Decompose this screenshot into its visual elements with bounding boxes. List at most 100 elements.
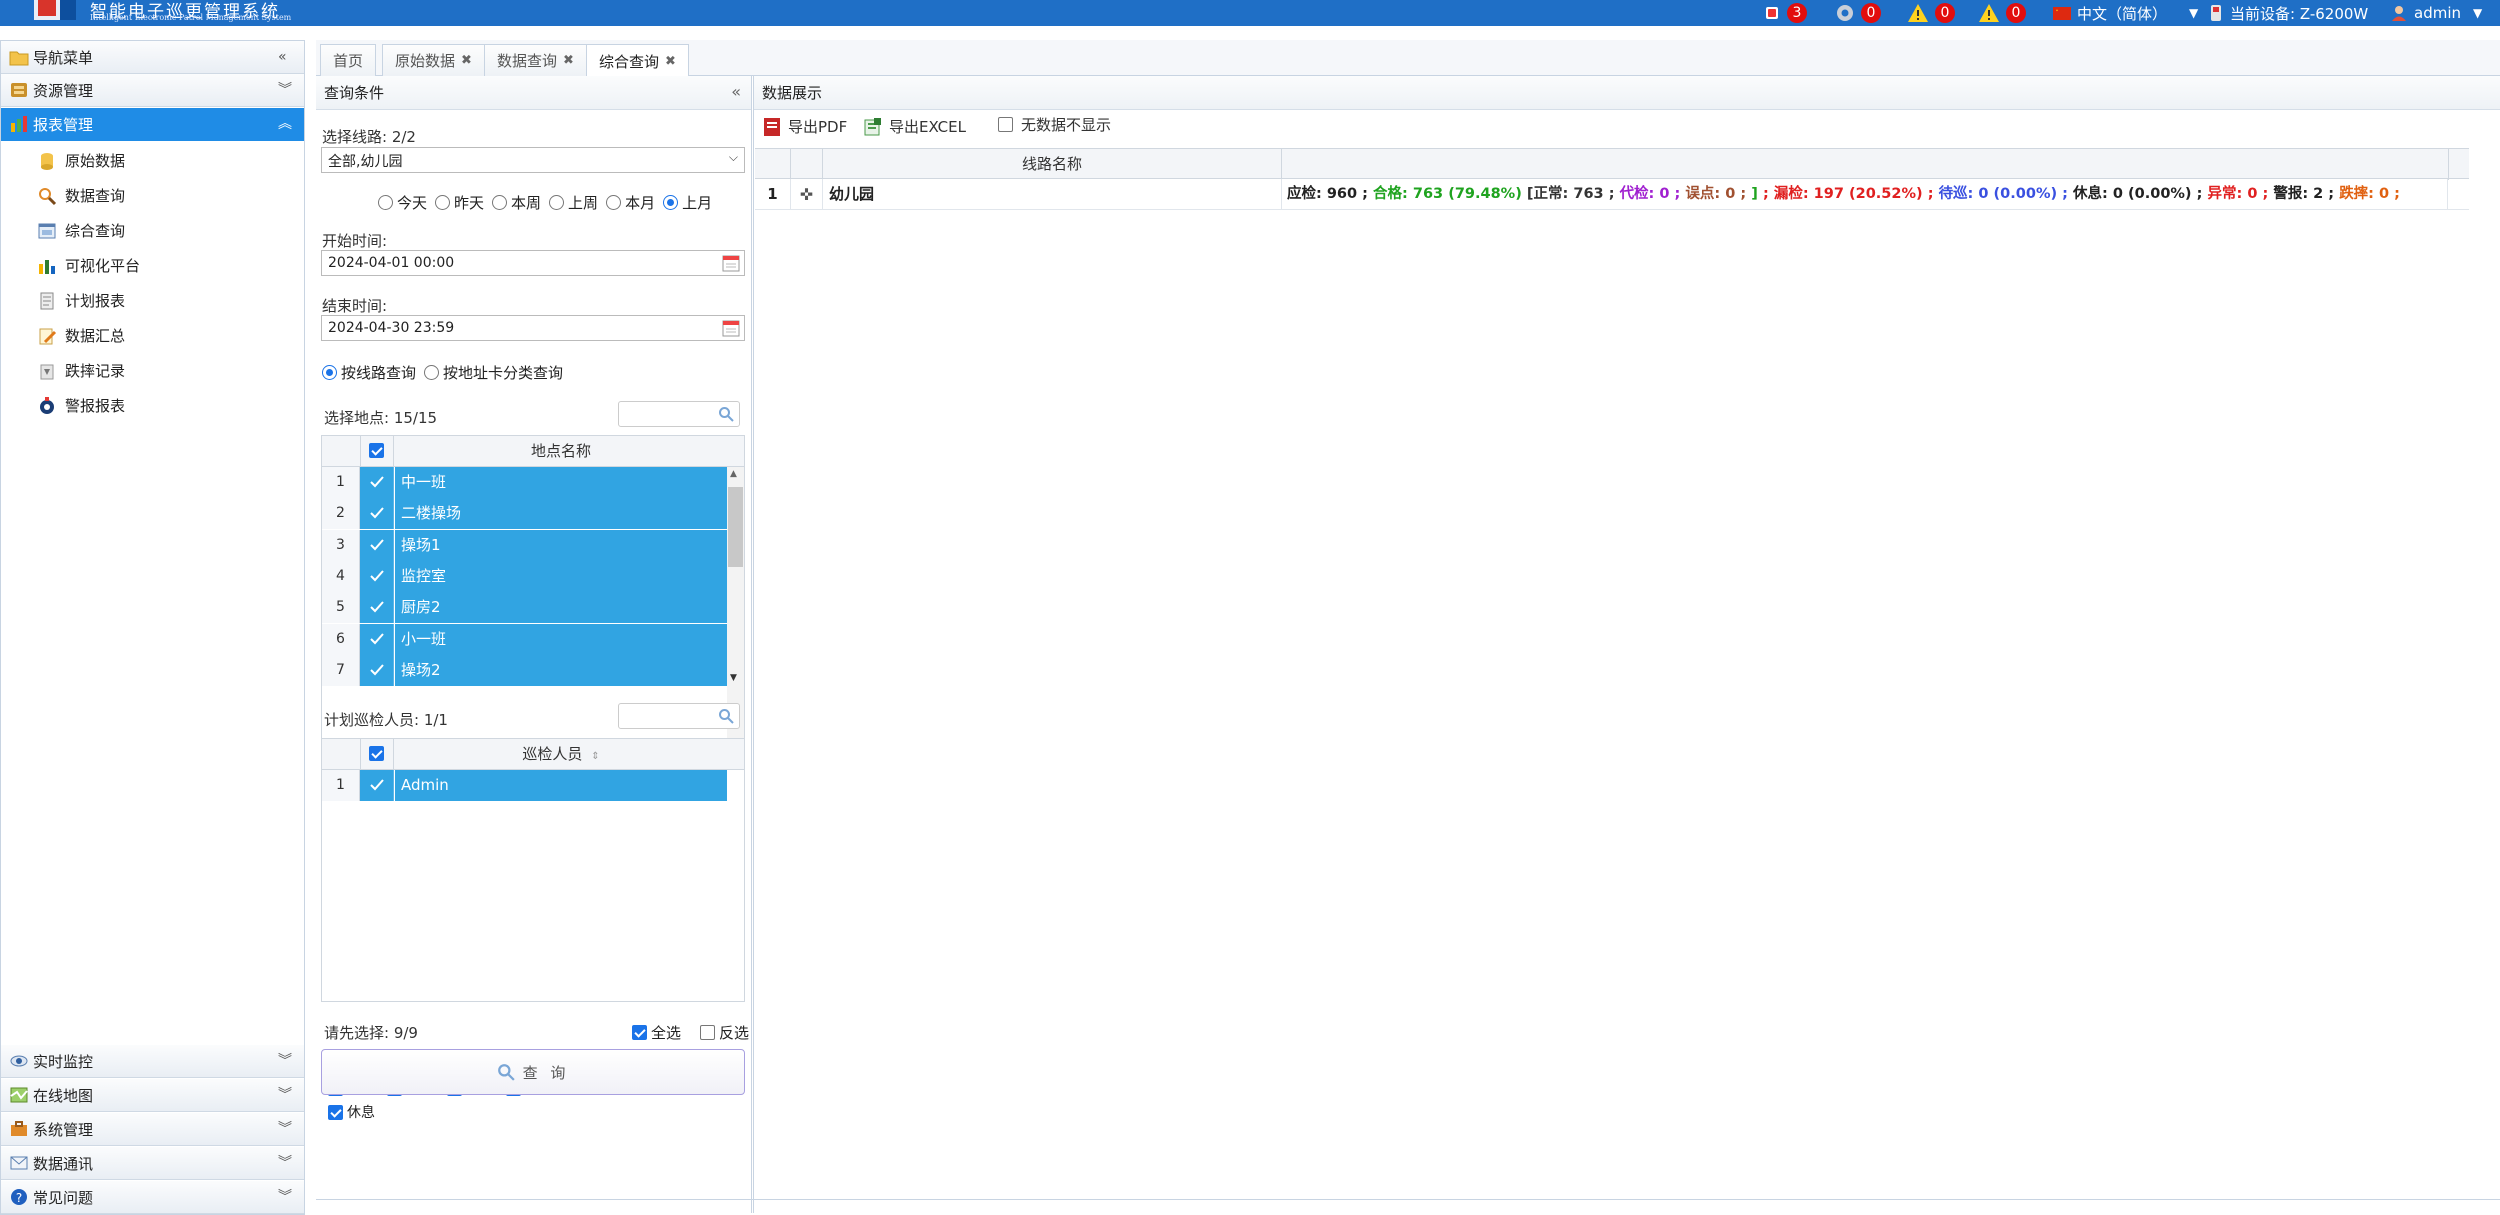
range-radio-last-week[interactable] xyxy=(549,195,565,210)
sidebar-group-communication[interactable]: 数据通讯 ︾ xyxy=(1,1147,304,1180)
export-pdf-button[interactable]: 导出PDF xyxy=(762,116,847,137)
close-icon[interactable]: ✖ xyxy=(563,53,574,68)
magnifier-icon xyxy=(39,187,57,205)
row-checkbox[interactable] xyxy=(360,592,394,624)
mode-radio-route[interactable] xyxy=(322,365,337,380)
folder-icon xyxy=(9,51,29,66)
range-radio-this-week[interactable] xyxy=(492,195,508,210)
range-radio-yesterday[interactable] xyxy=(435,195,451,210)
invert-status[interactable]: 反选 xyxy=(692,1022,749,1043)
sidebar-group-realtime[interactable]: 实时监控 ︾ xyxy=(1,1045,304,1078)
row-checkbox[interactable] xyxy=(360,654,394,686)
status-checkbox[interactable] xyxy=(328,1104,343,1120)
range-label: 今天 xyxy=(397,194,428,212)
expand-icon[interactable]: ✜ xyxy=(791,179,823,210)
sidebar-group-faq[interactable]: ? 常见问题 ︾ xyxy=(1,1181,304,1214)
tab-raw-data[interactable]: 原始数据 ✖ xyxy=(382,44,485,76)
scroll-up-icon[interactable]: ▲ xyxy=(730,469,737,479)
scrollbar-thumb[interactable] xyxy=(728,487,743,567)
row-checkbox[interactable] xyxy=(360,560,394,592)
sidebar-item-label: 可视化平台 xyxy=(65,257,141,275)
patrol-search-input[interactable] xyxy=(618,703,740,729)
settings-indicator[interactable]: 0 xyxy=(1835,2,1881,24)
export-excel-button[interactable]: 导出EXCEL xyxy=(863,116,966,137)
sidebar-item-plan-report[interactable]: 计划报表 xyxy=(37,283,125,318)
sidebar-group-label: 实时监控 xyxy=(33,1052,94,1071)
tab-comprehensive-query[interactable]: 综合查询 ✖ xyxy=(586,44,689,77)
row-checkbox[interactable] xyxy=(360,467,394,498)
collapse-panel-icon[interactable]: « xyxy=(731,82,741,101)
close-icon[interactable]: ✖ xyxy=(665,54,676,69)
point-row[interactable]: 4 监控室 xyxy=(322,560,727,592)
sidebar-item-alarm-report[interactable]: 警报报表 xyxy=(37,388,125,423)
check-icon xyxy=(370,601,384,613)
row-number: 4 xyxy=(322,560,360,592)
user-menu[interactable]: admin ▼ xyxy=(2390,2,2482,24)
alarm-indicator[interactable]: 3 xyxy=(1763,2,1807,24)
sidebar-group-system[interactable]: 系统管理 ︾ xyxy=(1,1113,304,1146)
language-select[interactable]: 中文（简体） ▼ xyxy=(2053,2,2198,24)
row-checkbox[interactable] xyxy=(360,623,394,655)
sidebar-group-resource[interactable]: 资源管理 ︾ xyxy=(1,74,304,107)
mode-label: 按线路查询 xyxy=(341,364,417,382)
tab-data-query[interactable]: 数据查询 ✖ xyxy=(484,44,587,76)
sidebar-item-raw-data[interactable]: 原始数据 xyxy=(37,143,125,178)
sidebar-item-fall-record[interactable]: 跌摔记录 xyxy=(37,353,125,388)
points-search-input[interactable] xyxy=(618,401,740,427)
warning-indicator-1[interactable]: 0 xyxy=(1907,2,1955,24)
warning-indicator-2[interactable]: 0 xyxy=(1978,2,2026,24)
range-radio-last-month[interactable] xyxy=(663,195,679,210)
row-checkbox[interactable] xyxy=(360,529,394,561)
tab-home[interactable]: 首页 xyxy=(320,44,377,76)
hide-empty-checkbox[interactable] xyxy=(998,117,1013,132)
check-icon xyxy=(370,507,384,519)
sidebar-group-report[interactable]: 报表管理 ︽ xyxy=(1,108,304,141)
chevron-down-icon: ︾ xyxy=(278,1189,292,1205)
calendar-icon[interactable] xyxy=(722,254,740,272)
table-row[interactable]: 1 ✜ 幼儿园 应检: 960 ; 合格: 763 (79.48%) [正常: … xyxy=(755,179,2469,210)
calendar-icon[interactable] xyxy=(722,319,740,337)
sidebar-group-map[interactable]: 在线地图 ︾ xyxy=(1,1079,304,1112)
sidebar-item-visual-platform[interactable]: 可视化平台 xyxy=(37,248,140,283)
start-time-input[interactable]: 2024-04-01 00:00 xyxy=(321,250,745,276)
user-icon xyxy=(2392,6,2406,21)
point-row[interactable]: 7 操场2 xyxy=(322,654,727,686)
invert-checkbox[interactable] xyxy=(700,1025,715,1040)
app-subtitle: Intelligent Electronic Patrol Management… xyxy=(90,13,292,22)
range-radio-today[interactable] xyxy=(378,195,393,210)
patrol-select-all-checkbox[interactable] xyxy=(369,746,384,761)
mode-radio-address[interactable] xyxy=(424,365,440,380)
end-time-input[interactable]: 2024-04-30 23:59 xyxy=(321,315,745,341)
query-button[interactable]: 查 询 xyxy=(321,1049,745,1095)
range-label: 本周 xyxy=(511,194,542,212)
tab-label: 综合查询 xyxy=(599,52,660,71)
chevron-down-icon: ︾ xyxy=(278,1155,292,1171)
row-checkbox[interactable] xyxy=(360,770,394,801)
sidebar-item-data-query[interactable]: 数据查询 xyxy=(37,178,125,213)
route-select[interactable]: 全部,幼儿园 ⌵ xyxy=(321,147,745,173)
normal-count: [正常: 763 ; xyxy=(1526,186,1615,202)
points-select-all-checkbox[interactable] xyxy=(369,443,384,458)
status-option[interactable]: 休息 xyxy=(328,1102,375,1122)
collapse-sidebar-icon[interactable]: « xyxy=(278,48,294,66)
scroll-down-icon[interactable]: ▼ xyxy=(730,673,737,683)
close-icon[interactable]: ✖ xyxy=(461,53,472,68)
sort-icon[interactable]: ⇕ xyxy=(591,751,599,762)
point-row[interactable]: 2 二楼操场 xyxy=(322,498,727,530)
patrol-row[interactable]: 1 Admin xyxy=(322,770,727,801)
point-row[interactable]: 1 中一班 xyxy=(322,467,727,498)
hide-empty-toggle[interactable]: 无数据不显示 xyxy=(998,114,1111,135)
select-all-status[interactable]: 全选 xyxy=(632,1022,681,1043)
select-all-checkbox[interactable] xyxy=(632,1025,647,1040)
point-row[interactable]: 3 操场1 xyxy=(322,529,727,561)
point-row[interactable]: 6 小一班 xyxy=(322,623,727,655)
sidebar-item-comprehensive-query[interactable]: 综合查询 xyxy=(37,213,125,248)
query-panel: 查询条件 « 选择线路: 2/2 全部,幼儿园 ⌵ 今天 昨天 本周 上周 本月… xyxy=(316,76,752,1213)
patrol-name-header[interactable]: 巡检人员 ⇕ xyxy=(395,739,727,770)
china-flag-icon xyxy=(2053,6,2071,20)
point-row[interactable]: 5 厨房2 xyxy=(322,592,727,624)
sidebar-item-data-summary[interactable]: 数据汇总 xyxy=(37,318,125,353)
range-radio-this-month[interactable] xyxy=(606,195,622,210)
expected-count: 应检: 960 ; xyxy=(1287,186,1368,202)
row-checkbox[interactable] xyxy=(360,498,394,530)
